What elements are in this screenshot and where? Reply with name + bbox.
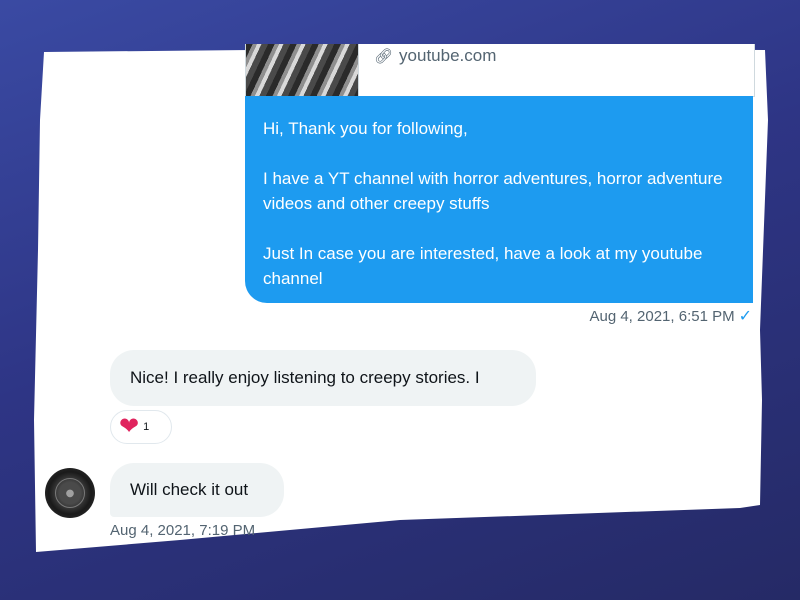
video-thumbnail[interactable]	[246, 44, 359, 96]
reaction-badge[interactable]: ❤ 1	[110, 410, 172, 444]
outgoing-message-meta: Aug 4, 2021, 6:51 PM ✓	[589, 306, 752, 326]
message-paragraph: Hi, Thank you for following,	[263, 119, 468, 138]
avatar[interactable]: ●	[45, 468, 95, 518]
message-timestamp: Aug 4, 2021, 6:51 PM	[589, 307, 735, 325]
message-paragraph: Just In case you are interested, have a …	[263, 244, 703, 288]
avatar-logo-icon: ●	[55, 478, 85, 508]
message-timestamp: Aug 4, 2021, 7:19 PM	[110, 522, 256, 539]
reaction-count: 1	[143, 421, 150, 433]
message-text: Nice! I really enjoy listening to creepy…	[130, 368, 480, 387]
link-preview-card[interactable]: 🔗︎ youtube.com	[245, 44, 755, 97]
checkmark-icon: ✓	[738, 308, 752, 325]
message-paragraph: I have a YT channel with horror adventur…	[263, 169, 723, 213]
outgoing-message-bubble[interactable]: Hi, Thank you for following, I have a YT…	[245, 96, 753, 303]
link-domain[interactable]: 🔗︎ youtube.com	[374, 46, 496, 66]
chat-panel: 🔗︎ youtube.com Hi, Thank you for followi…	[0, 0, 800, 600]
message-text: Will check it out	[130, 480, 249, 499]
heart-icon: ❤	[119, 413, 140, 440]
link-icon: 🔗︎	[374, 48, 394, 65]
link-domain-text: youtube.com	[399, 46, 497, 65]
incoming-message-bubble[interactable]: Will check it out	[110, 463, 284, 517]
incoming-message-bubble[interactable]: Nice! I really enjoy listening to creepy…	[110, 350, 536, 406]
